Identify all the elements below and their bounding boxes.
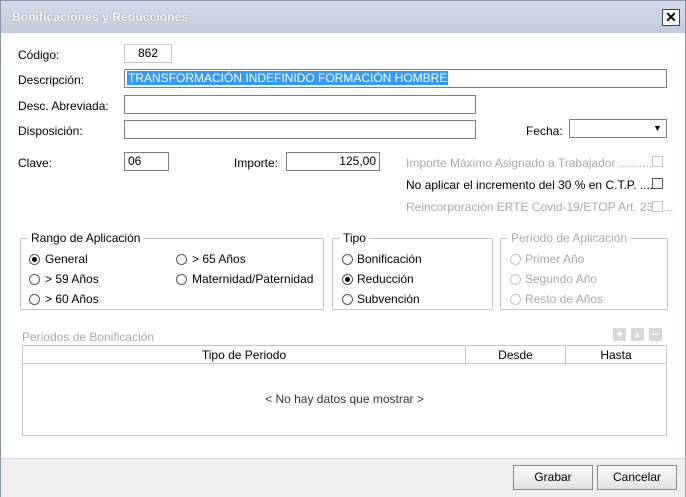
radio-reduccion[interactable] (342, 274, 353, 285)
reincorporacion-erte-label: Reincorporación ERTE Covid-19/ETOP Art. … (406, 200, 674, 214)
importe-maximo-label: Importe Máximo Asignado a Trabajador ...… (406, 156, 659, 170)
codigo-field[interactable]: 862 (124, 44, 172, 63)
chevron-down-icon[interactable]: ▼ (650, 121, 665, 136)
cancelar-button[interactable]: Cancelar (597, 465, 677, 490)
radio-maternidad-paternidad-label: Maternidad/Paternidad (192, 272, 314, 286)
dialog-footer: Grabar Cancelar (1, 458, 685, 497)
column-header-desde[interactable]: Desde (466, 346, 566, 364)
clave-field[interactable]: 06 (124, 152, 169, 171)
empty-grid-message: < No hay datos que mostrar > (265, 392, 424, 406)
radio-maternidad-paternidad[interactable] (176, 274, 187, 285)
radio-resto-anos-label: Resto de Años (525, 292, 604, 306)
periodos-grid: Tipo de Periodo Desde Hasta < No hay dat… (22, 345, 667, 436)
no-aplicar-incremento-label: No aplicar el incremento del 30 % en C.T… (406, 178, 664, 192)
window-title: Bonificaciones y Reducciones (12, 10, 189, 24)
radio-59-anos-label: > 59 Años (45, 272, 99, 286)
descripcion-field[interactable]: TRANSFORMACIÓN INDEFINIDO FORMACIÓN HOMB… (124, 69, 667, 88)
codigo-label: Código: (18, 48, 60, 62)
no-aplicar-incremento-checkbox[interactable] (652, 178, 663, 189)
column-header-hasta[interactable]: Hasta (566, 346, 666, 364)
radio-resto-anos[interactable] (510, 294, 521, 305)
tipo-group: Tipo Bonificación Reducción Subvención (332, 231, 493, 310)
radio-primer-ano-label: Primer Año (525, 252, 585, 266)
disposicion-field[interactable] (124, 120, 476, 139)
periodos-bonificacion-title: Periodos de Bonificación (22, 330, 155, 344)
column-header-tipo-periodo[interactable]: Tipo de Periodo (23, 346, 466, 364)
desc-abreviada-field[interactable] (124, 95, 476, 114)
radio-general[interactable] (29, 254, 40, 265)
radio-bonificacion[interactable] (342, 254, 353, 265)
move-up-button[interactable]: ▲ (631, 328, 644, 341)
radio-60-anos[interactable] (29, 294, 40, 305)
reincorporacion-erte-checkbox[interactable] (652, 201, 663, 212)
periodo-aplicacion-group: Período de Aplicación Primer Año Segundo… (500, 231, 668, 310)
fecha-label: Fecha: (526, 124, 563, 138)
radio-65-anos[interactable] (176, 254, 187, 265)
remove-period-button[interactable]: − (649, 328, 662, 341)
radio-reduccion-label: Reducción (357, 272, 414, 286)
clave-label: Clave: (18, 156, 53, 170)
periodo-aplicacion-legend: Período de Aplicación (508, 231, 631, 245)
importe-maximo-checkbox[interactable] (652, 156, 663, 167)
radio-primer-ano[interactable] (510, 254, 521, 265)
disposicion-label: Disposición: (18, 124, 83, 138)
radio-subvencion[interactable] (342, 294, 353, 305)
title-bar: Bonificaciones y Reducciones ✕ (1, 1, 685, 33)
radio-subvencion-label: Subvención (357, 292, 420, 306)
importe-label: Importe: (234, 156, 279, 170)
importe-field[interactable]: 125,00 (286, 152, 380, 171)
add-period-button[interactable]: + (613, 328, 626, 341)
grabar-button[interactable]: Grabar (513, 465, 593, 490)
rango-aplicacion-group: Rango de Aplicación General > 59 Años > … (20, 231, 324, 310)
descripcion-label: Descripción: (18, 73, 85, 87)
rango-aplicacion-legend: Rango de Aplicación (28, 231, 144, 245)
radio-65-anos-label: > 65 Años (192, 252, 246, 266)
radio-segundo-ano-label: Segundo Año (525, 272, 598, 286)
radio-bonificacion-label: Bonificación (357, 252, 422, 266)
tipo-legend: Tipo (340, 231, 369, 245)
dialog-window: Bonificaciones y Reducciones ✕ Código: 8… (0, 0, 686, 497)
radio-59-anos[interactable] (29, 274, 40, 285)
fecha-dropdown[interactable]: ▼ (569, 119, 667, 138)
radio-60-anos-label: > 60 Años (45, 292, 99, 306)
desc-abreviada-label: Desc. Abreviada: (18, 99, 109, 113)
close-button[interactable]: ✕ (662, 9, 680, 26)
radio-general-label: General (45, 252, 88, 266)
descripcion-value: TRANSFORMACIÓN INDEFINIDO FORMACIÓN HOMB… (127, 71, 449, 85)
radio-segundo-ano[interactable] (510, 274, 521, 285)
